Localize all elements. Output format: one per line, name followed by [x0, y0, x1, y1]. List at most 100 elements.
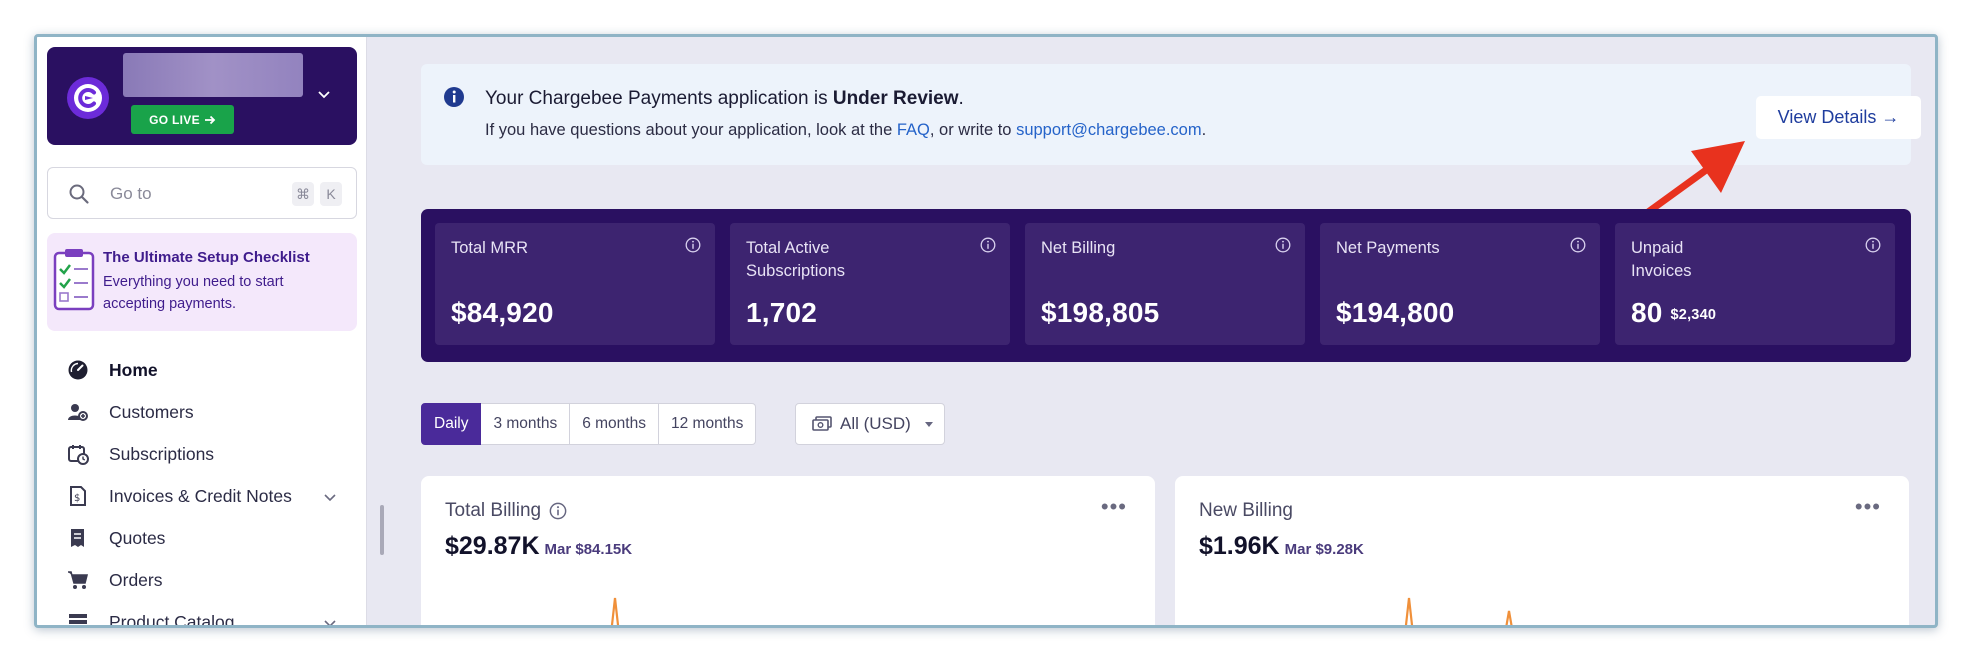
goto-search-input[interactable]: Go to ⌘ K [47, 167, 357, 219]
sidebar-item-label: Quotes [109, 527, 166, 548]
sidebar-nav: Home Customers Subscriptions $ Invoices … [37, 349, 367, 628]
dashboard-icon [67, 359, 89, 381]
kpi-value: $84,920 [451, 297, 554, 328]
tab-3-months[interactable]: 3 months [481, 403, 571, 445]
card-title-text: New Billing [1199, 500, 1293, 521]
card-value-amount: $1.96K [1199, 532, 1280, 560]
more-options-icon[interactable]: ••• [1855, 494, 1881, 520]
view-details-button[interactable]: View Details → [1756, 96, 1921, 139]
date-range-tabs: Daily 3 months 6 months 12 months [421, 403, 757, 445]
cart-icon [67, 569, 89, 591]
sidebar-resize-handle[interactable] [380, 505, 384, 555]
banner-sub-middle: , or write to [929, 121, 1017, 139]
kpi-value: 80 $2,340 [1631, 297, 1716, 329]
banner-title: Your Chargebee Payments application is U… [485, 88, 964, 110]
info-icon[interactable] [685, 237, 701, 253]
chevron-down-icon[interactable] [323, 616, 337, 628]
more-options-icon[interactable]: ••• [1101, 494, 1127, 520]
sparkline-chart [1404, 597, 1513, 625]
kpi-net-billing[interactable]: Net Billing $198,805 [1025, 223, 1305, 345]
tab-daily[interactable]: Daily [421, 403, 482, 445]
card-title-text: Total Billing [445, 500, 542, 521]
info-icon[interactable] [1865, 237, 1881, 253]
card-value: $29.87K Mar $84.15K [445, 532, 632, 561]
kpi-total-mrr[interactable]: Total MRR $84,920 [435, 223, 715, 345]
checklist-title: The Ultimate Setup Checklist [103, 249, 310, 266]
sidebar-item-orders[interactable]: Orders [37, 559, 367, 601]
sidebar-item-label: Home [109, 359, 158, 380]
sidebar-item-customers[interactable]: Customers [37, 391, 367, 433]
card-title: Total Billing [445, 500, 567, 522]
quote-icon [67, 527, 89, 549]
sidebar-item-quotes[interactable]: Quotes [37, 517, 367, 559]
chargebee-logo-icon [67, 77, 109, 119]
k-key-hint: K [320, 182, 342, 206]
calendar-clock-icon [67, 443, 89, 465]
sidebar-item-home[interactable]: Home [37, 349, 367, 391]
card-value-amount: $29.87K [445, 532, 540, 560]
go-live-button[interactable]: GO LIVE [131, 105, 234, 134]
arrow-right-icon [204, 115, 216, 124]
setup-checklist-card[interactable]: The Ultimate Setup Checklist Everything … [47, 233, 357, 331]
banner-title-suffix: . [958, 88, 964, 109]
catalog-icon [67, 611, 89, 625]
new-billing-card[interactable]: New Billing ••• $1.96K Mar $9.28K [1175, 476, 1909, 625]
kpi-count: 80 [1631, 297, 1663, 328]
sidebar-item-subscriptions[interactable]: Subscriptions [37, 433, 367, 475]
invoice-icon: $ [67, 485, 89, 507]
kpi-label: Total Active Subscriptions [746, 239, 846, 280]
chevron-down-icon[interactable] [323, 490, 337, 504]
clipboard-checklist-icon [53, 249, 95, 311]
card-value: $1.96K Mar $9.28K [1199, 532, 1364, 561]
search-icon [69, 184, 89, 204]
kpi-label: Net Billing [1041, 239, 1116, 257]
kpi-net-payments[interactable]: Net Payments $194,800 [1320, 223, 1600, 345]
kpi-label: Total MRR [451, 239, 529, 257]
sidebar-item-label: Orders [109, 569, 163, 590]
currency-value: All (USD) [840, 414, 911, 433]
info-icon[interactable] [1570, 237, 1586, 253]
banner-sub-suffix: . [1201, 121, 1207, 139]
kpi-value: 1,702 [746, 297, 818, 328]
sidebar-item-product-catalog[interactable]: Product Catalog [37, 601, 367, 628]
caret-down-icon [925, 422, 933, 427]
banner-sub-prefix: If you have questions about your applica… [485, 121, 897, 139]
sidebar-item-label: Subscriptions [109, 443, 215, 464]
banner-title-prefix: Your Chargebee Payments application is [485, 88, 833, 109]
money-icon [812, 416, 832, 431]
sparkline-chart [610, 597, 620, 625]
kpi-total-active-subscriptions[interactable]: Total Active Subscriptions 1,702 [730, 223, 1010, 345]
svg-text:$: $ [74, 493, 80, 504]
card-previous-value: Mar $84.15K [544, 541, 633, 558]
banner-title-status: Under Review [832, 88, 959, 109]
app-window: GO LIVE Go to ⌘ K The Ultimate Setup Che… [34, 34, 1938, 628]
info-icon[interactable] [549, 502, 567, 520]
users-icon [67, 401, 89, 423]
support-email-link[interactable]: support@chargebee.com [1016, 121, 1202, 139]
sidebar-item-label: Invoices & Credit Notes [109, 485, 292, 506]
currency-select[interactable]: All (USD) [795, 403, 945, 445]
sidebar-item-invoices[interactable]: $ Invoices & Credit Notes [37, 475, 367, 517]
card-title: New Billing [1199, 500, 1293, 522]
card-previous-value: Mar $9.28K [1284, 541, 1364, 558]
checklist-subtitle: Everything you need to start accepting p… [103, 274, 284, 312]
info-icon[interactable] [1275, 237, 1291, 253]
total-billing-card[interactable]: Total Billing ••• $29.87K Mar $84.15K [421, 476, 1155, 625]
faq-link[interactable]: FAQ [897, 121, 930, 139]
go-live-label: GO LIVE [149, 112, 200, 127]
kpi-unpaid-invoices[interactable]: Unpaid Invoices 80 $2,340 [1615, 223, 1895, 345]
kpi-value: $198,805 [1041, 297, 1160, 328]
chevron-down-icon[interactable] [317, 87, 331, 101]
info-icon[interactable] [980, 237, 996, 253]
tab-6-months[interactable]: 6 months [570, 403, 659, 445]
account-switcher[interactable]: GO LIVE [47, 47, 357, 145]
banner-subtitle: If you have questions about your applica… [485, 121, 1206, 140]
tab-12-months[interactable]: 12 months [658, 403, 757, 445]
sidebar-item-label: Customers [109, 401, 194, 422]
command-key-hint: ⌘ [292, 182, 314, 206]
account-name-redacted [123, 53, 303, 97]
sidebar: GO LIVE Go to ⌘ K The Ultimate Setup Che… [37, 37, 367, 625]
kpi-sub-amount: $2,340 [1670, 307, 1717, 323]
kpi-label: Net Payments [1336, 239, 1440, 257]
kpi-panel: Total MRR $84,920 Total Active Subscript… [421, 209, 1911, 362]
